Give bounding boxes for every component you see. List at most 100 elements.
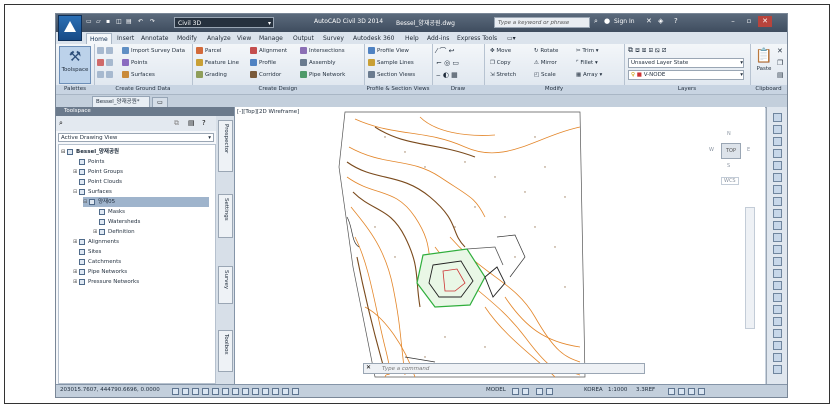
toolspace-button[interactable]: ⚒ Toolspace: [59, 46, 91, 84]
tool-icon[interactable]: [773, 317, 782, 326]
tab-add-ins[interactable]: Add-ins: [424, 33, 452, 44]
pipe-network-button[interactable]: Pipe Network: [300, 71, 345, 80]
model-space-toggle[interactable]: MODEL: [486, 387, 506, 393]
tree-node-drawing[interactable]: ⊟ Bessel_양재공원: [61, 147, 119, 157]
viewcube-north[interactable]: N: [727, 131, 731, 137]
workspace-select[interactable]: Civil 3D ▾: [174, 17, 274, 28]
section-views-button[interactable]: Section Views: [368, 71, 415, 80]
viewcube-south[interactable]: S: [727, 163, 730, 169]
tab-annotate[interactable]: Annotate: [138, 33, 171, 44]
tool-icon[interactable]: [773, 173, 782, 182]
import-survey-data-button[interactable]: Import Survey Data: [122, 47, 185, 56]
rotate-button[interactable]: ↻ Rotate: [534, 47, 558, 56]
parcel-button[interactable]: Parcel: [196, 47, 222, 56]
lock-icon[interactable]: [678, 388, 685, 395]
profile-button[interactable]: Profile: [250, 59, 276, 68]
intersections-button[interactable]: Intersections: [300, 47, 345, 56]
search-input[interactable]: Type a keyword or phrase: [494, 17, 590, 28]
drawing-canvas[interactable]: [-][Top][2D Wireframe] N W E S TOP WCS T…: [235, 107, 765, 384]
tab-autodesk-360[interactable]: Autodesk 360: [350, 33, 397, 44]
wcs-menu[interactable]: WCS: [721, 177, 739, 185]
tool-icon[interactable]: [773, 305, 782, 314]
small-tool-icon-3[interactable]: [97, 71, 115, 80]
lwt-icon[interactable]: [252, 388, 259, 395]
pan-icon[interactable]: [536, 388, 543, 395]
scale-button[interactable]: ◰ Scale: [534, 71, 556, 80]
polyline-icon[interactable]: ⌐ ◎ ▭: [436, 59, 459, 68]
tab-survey[interactable]: Survey: [218, 266, 233, 304]
document-tab[interactable]: Bessel_양재공원*: [92, 96, 150, 107]
tool-icon[interactable]: [773, 353, 782, 362]
small-tool-icon-2[interactable]: [97, 59, 115, 68]
fillet-button[interactable]: ⌜ Fillet ▾: [576, 59, 598, 68]
tree-node-pressure-networks[interactable]: ⊞ Pressure Networks: [73, 277, 139, 287]
zoom-icon[interactable]: [546, 388, 553, 395]
tab-settings[interactable]: Settings: [218, 194, 233, 238]
new-icon[interactable]: ▭: [86, 18, 92, 27]
tool-icon[interactable]: [773, 281, 782, 290]
tool-icon[interactable]: [773, 269, 782, 278]
tab-view[interactable]: View: [234, 33, 254, 44]
viewcube[interactable]: N W E S TOP WCS: [705, 121, 757, 191]
viewcube-face[interactable]: TOP: [721, 143, 741, 159]
stretch-button[interactable]: ⇲ Stretch: [490, 71, 516, 80]
tree-node-masks[interactable]: Masks: [93, 207, 125, 217]
tool-icon[interactable]: [773, 137, 782, 146]
line-icon[interactable]: ⁄ ⌒ ↩: [436, 47, 454, 56]
array-button[interactable]: ▦ Array ▾: [576, 71, 602, 80]
viewcube-west[interactable]: W: [709, 147, 714, 153]
tab-prospector[interactable]: Prospector: [218, 120, 233, 172]
quick-view-layouts-icon[interactable]: [512, 388, 519, 395]
am-icon[interactable]: [292, 388, 299, 395]
tab-survey[interactable]: Survey: [320, 33, 347, 44]
polar-icon[interactable]: [202, 388, 209, 395]
navigation-bar[interactable]: [745, 207, 755, 329]
save-icon[interactable]: ▪: [106, 18, 110, 27]
points-button[interactable]: Points: [122, 59, 148, 68]
tab-express-tools[interactable]: Express Tools: [454, 33, 500, 44]
tool-icon[interactable]: [773, 257, 782, 266]
tree-node-surfaces[interactable]: ⊟ Surfaces: [73, 187, 112, 197]
tree-node-point-clouds[interactable]: Point Clouds: [73, 177, 122, 187]
application-menu-button[interactable]: [58, 15, 82, 41]
minimize-button[interactable]: –: [726, 16, 740, 27]
toolbar-icon-2[interactable]: ▤: [188, 119, 195, 127]
tree-node-surface-yangjae[interactable]: ⊟ 양재05: [83, 197, 209, 207]
tool-icon[interactable]: [773, 365, 782, 374]
close-button[interactable]: ✕: [758, 16, 772, 27]
tab-modify[interactable]: Modify: [174, 33, 200, 44]
annotation-scale[interactable]: 1:1000: [608, 387, 627, 393]
search-icon[interactable]: ⌕: [594, 17, 598, 26]
plot-icon[interactable]: ▤: [126, 18, 132, 27]
isolate-icon[interactable]: [688, 388, 695, 395]
tab-analyze[interactable]: Analyze: [204, 33, 234, 44]
user-icon[interactable]: ●: [604, 17, 610, 25]
tool-icon[interactable]: [773, 245, 782, 254]
coordinate-readout[interactable]: 203015.7607, 444790.6696, 0.0000: [60, 387, 160, 393]
search-icon[interactable]: ⌕: [59, 119, 63, 128]
workspace-switch-icon[interactable]: [668, 388, 675, 395]
tool-icon[interactable]: [773, 221, 782, 230]
clean-screen-icon[interactable]: [698, 388, 705, 395]
restore-button[interactable]: ▫: [742, 16, 756, 27]
tree-node-pipe-networks[interactable]: ⊞ Pipe Networks: [73, 267, 127, 277]
help-icon[interactable]: ?: [202, 119, 206, 127]
viewcube-east[interactable]: E: [747, 147, 750, 153]
tool-icon[interactable]: [773, 293, 782, 302]
tool-icon[interactable]: [773, 125, 782, 134]
tool-icon[interactable]: [773, 329, 782, 338]
tab-manage[interactable]: Manage: [256, 33, 286, 44]
move-button[interactable]: ✥ Move: [490, 47, 511, 56]
surfaces-button[interactable]: Surfaces: [122, 71, 155, 80]
sc-icon[interactable]: [282, 388, 289, 395]
ortho-icon[interactable]: [192, 388, 199, 395]
tab-toolbox[interactable]: Toolbox: [218, 330, 233, 372]
toolbar-icon-1[interactable]: ⧉: [174, 119, 179, 128]
sample-lines-button[interactable]: Sample Lines: [368, 59, 414, 68]
osnap-icon[interactable]: [212, 388, 219, 395]
cut-icon[interactable]: ✕: [777, 47, 783, 56]
tree-node-point-groups[interactable]: ⊞ Point Groups: [73, 167, 123, 177]
tool-icon[interactable]: [773, 149, 782, 158]
tree-node-alignments[interactable]: ⊞ Alignments: [73, 237, 119, 247]
dyn-icon[interactable]: [242, 388, 249, 395]
